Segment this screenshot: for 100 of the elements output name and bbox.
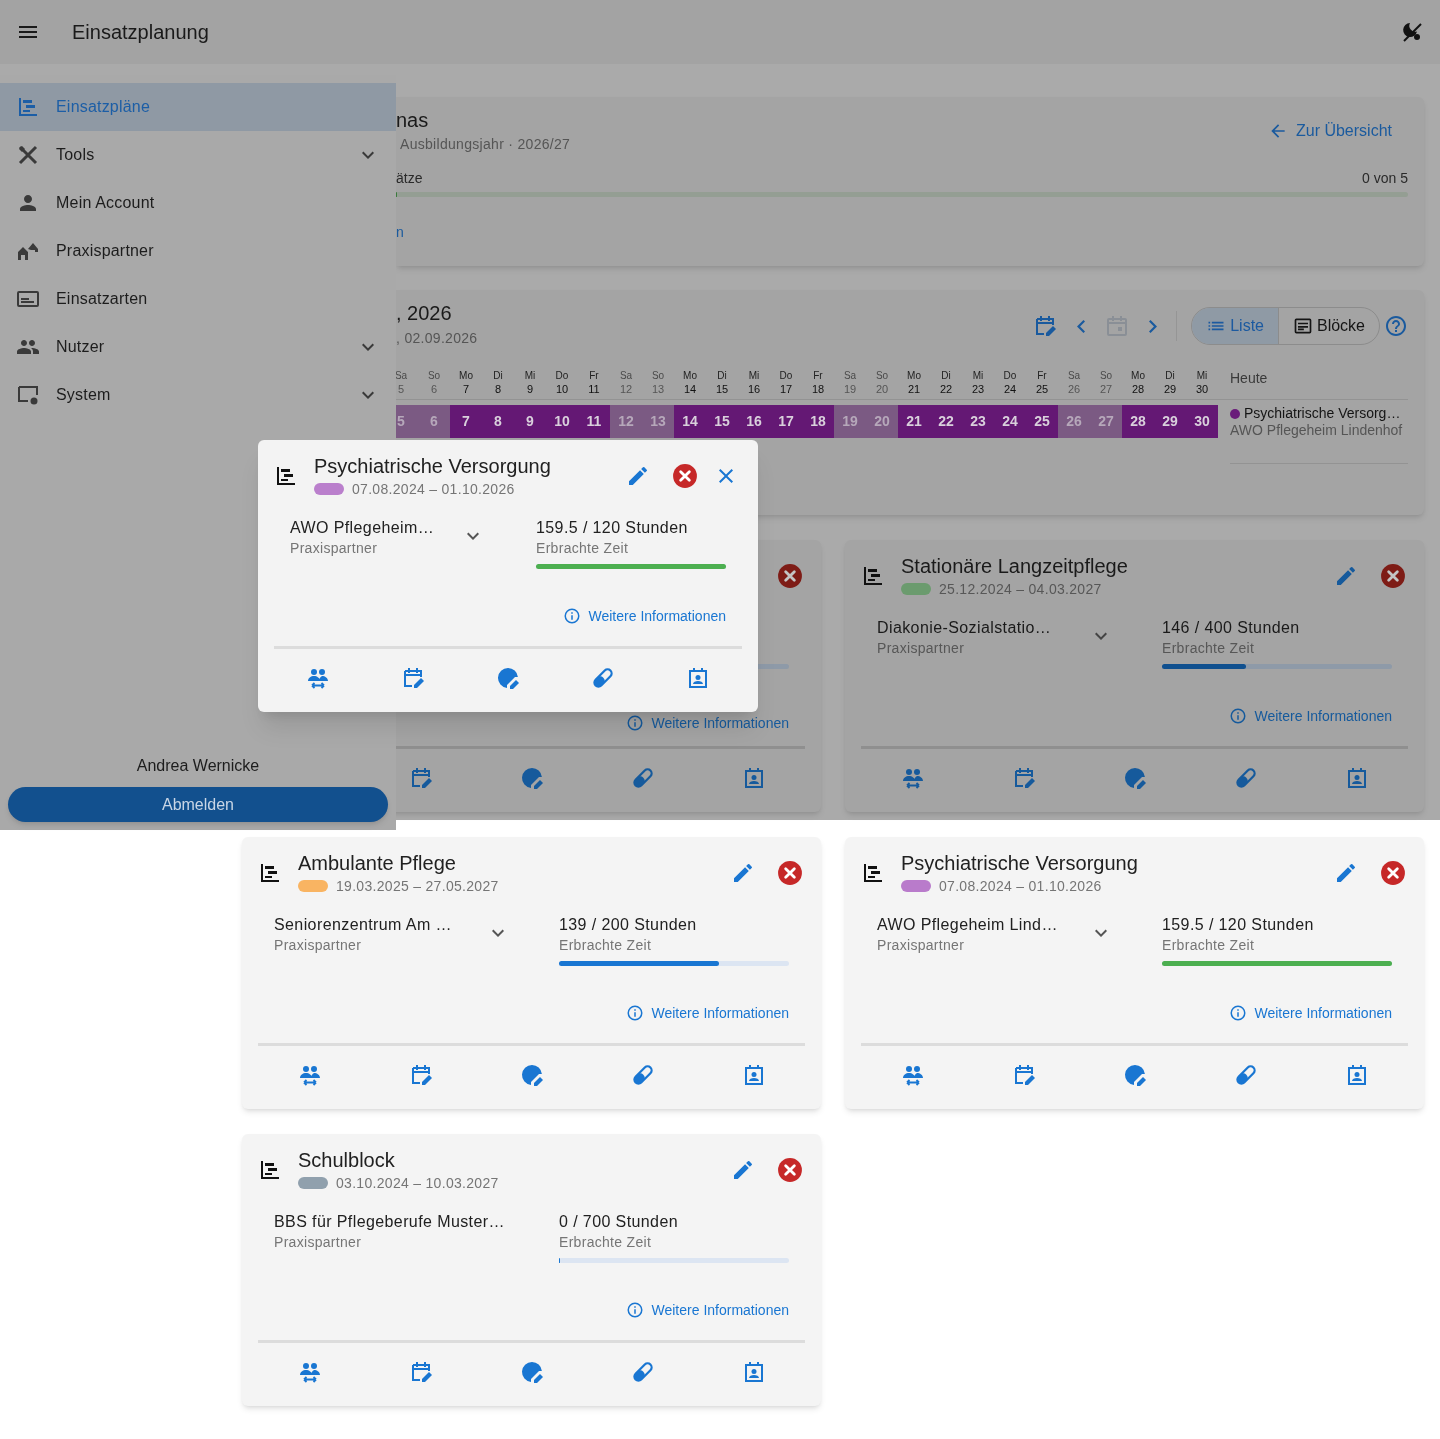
plan-bar-day: 9	[514, 405, 546, 438]
today-label: Heute	[1230, 369, 1268, 388]
day-number: 28	[1131, 382, 1145, 396]
plan-bar-day: 11	[578, 405, 610, 438]
more-info-link[interactable]: Weitere Informationen	[562, 606, 726, 626]
pill-icon	[630, 1063, 655, 1087]
plan-bar-day: 18	[802, 405, 834, 438]
day-number: 18	[811, 382, 825, 396]
partner-label: Praxispartner	[290, 539, 379, 558]
info-icon	[562, 607, 581, 625]
partner-label: Praxispartner	[877, 936, 966, 955]
plan-bar-day: 27	[1090, 405, 1122, 438]
more-info-link[interactable]: Weitere Informationen	[1228, 1003, 1392, 1023]
day-number: 19	[843, 382, 857, 396]
nav-item[interactable]: Praxispartner	[0, 227, 396, 275]
weekday-label: Mo	[683, 370, 697, 382]
nav-item[interactable]: System	[0, 371, 396, 419]
weekday-label: Sa	[394, 370, 408, 382]
card-title: Ambulante Pflege	[298, 851, 457, 876]
view-toggle-button[interactable]: Blöcke	[1277, 308, 1379, 344]
weekday-label: So	[651, 370, 665, 382]
weekday-label: So	[1099, 370, 1113, 382]
back-link[interactable]: Zur Übersicht	[1267, 121, 1392, 141]
plan-bar-day: 7	[450, 405, 482, 438]
view-toggle-button[interactable]: Liste	[1192, 308, 1278, 344]
gantt-chart-icon	[258, 1158, 282, 1182]
progress-label: ätze	[396, 169, 423, 188]
calendar-subtitle: , 02.09.2026	[396, 329, 478, 348]
more-info-link[interactable]: Weitere Informationen	[625, 713, 789, 733]
pencil-icon	[1334, 861, 1358, 885]
weekday-label: Mo	[907, 370, 921, 382]
nav-label: Einsatzpläne	[56, 97, 151, 117]
day-number: 6	[430, 382, 438, 396]
day-number: 24	[1003, 382, 1017, 396]
calendar-icon	[1105, 314, 1130, 338]
hours-progress-track	[757, 664, 789, 669]
day-number: 8	[494, 382, 502, 396]
delete-icon[interactable]	[777, 563, 803, 589]
plan-bar-day: 29	[1154, 405, 1186, 438]
plan-bar-day: 21	[898, 405, 930, 438]
weekday-label: Do	[779, 370, 793, 382]
nav-item[interactable]: Einsatzarten	[0, 275, 396, 323]
day-number: 17	[779, 382, 793, 396]
nav-label: Nutzer	[56, 337, 105, 357]
delete-icon[interactable]	[1380, 563, 1406, 589]
nav-item[interactable]: Mein Account	[0, 179, 396, 227]
people-swap-icon	[900, 766, 925, 790]
chevron-right-icon	[1149, 319, 1158, 333]
more-info-link[interactable]: Weitere Informationen	[1228, 706, 1392, 726]
more-info-link[interactable]: Weitere Informationen	[625, 1003, 789, 1023]
day-number: 9	[526, 382, 534, 396]
card-subtitle: Ausbildungsjahr · 2026/27	[399, 135, 571, 154]
people-swap-icon	[297, 1360, 322, 1384]
app-title: Einsatzplanung	[72, 20, 209, 45]
day-number: 16	[747, 382, 761, 396]
more-info-link[interactable]: Weitere Informationen	[625, 1300, 789, 1320]
pill-icon	[630, 766, 655, 790]
logout-button[interactable]: Abmelden	[8, 787, 388, 822]
card-title: Stationäre Langzeitpflege	[901, 554, 1128, 579]
nav-item[interactable]: Tools	[0, 131, 396, 179]
weekday-label: Fr	[1037, 370, 1047, 382]
help-button[interactable]	[1384, 314, 1408, 338]
date-range: 07.08.2024 – 01.10.2026	[939, 876, 1102, 896]
tools-icon	[16, 143, 40, 167]
gantt-chart-icon	[16, 95, 40, 119]
weekday-label: So	[875, 370, 889, 382]
info-icon	[625, 1301, 644, 1319]
hours-value: 146 / 400 Stunden	[1162, 618, 1301, 638]
day-number: 12	[619, 382, 633, 396]
hours-label: Erbrachte Zeit	[1162, 936, 1256, 955]
plan-bar-day: 28	[1122, 405, 1154, 438]
day-number: 23	[971, 382, 985, 396]
plan-bar-day: 12	[610, 405, 642, 438]
hours-label: Erbrachte Zeit	[536, 539, 630, 558]
partner-name: AWO Pflegeheim Lind…	[877, 915, 1058, 935]
hours-value: 0 / 700 Stunden	[559, 1212, 679, 1232]
day-number: 7	[462, 382, 470, 396]
weekday-label: Sa	[619, 370, 633, 382]
delete-icon[interactable]	[672, 463, 698, 489]
gantt-chart-icon	[258, 861, 282, 885]
card-title: nas	[396, 108, 430, 133]
delete-icon[interactable]	[1380, 860, 1406, 886]
details-link[interactable]: n	[396, 222, 404, 242]
nav-item[interactable]: Nutzer	[0, 323, 396, 371]
delete-icon[interactable]	[777, 860, 803, 886]
day-number: 10	[555, 382, 569, 396]
plan-bar-day: 14	[674, 405, 706, 438]
partner-name: Seniorenzentrum Am …	[274, 915, 452, 935]
plan-bar-day: 23	[962, 405, 994, 438]
plan-bar-day: 6	[418, 405, 450, 438]
day-number: 27	[1099, 382, 1113, 396]
plan-bar-day: 10	[546, 405, 578, 438]
pencil-icon	[731, 1158, 755, 1182]
pill-icon	[591, 666, 616, 690]
plan-bar-day: 17	[770, 405, 802, 438]
pencil-icon	[1334, 564, 1358, 588]
card-title: Schulblock	[298, 1148, 396, 1173]
nav-item[interactable]: Einsatzpläne	[0, 83, 396, 131]
delete-icon[interactable]	[777, 1157, 803, 1183]
plan-bar-day: 13	[642, 405, 674, 438]
